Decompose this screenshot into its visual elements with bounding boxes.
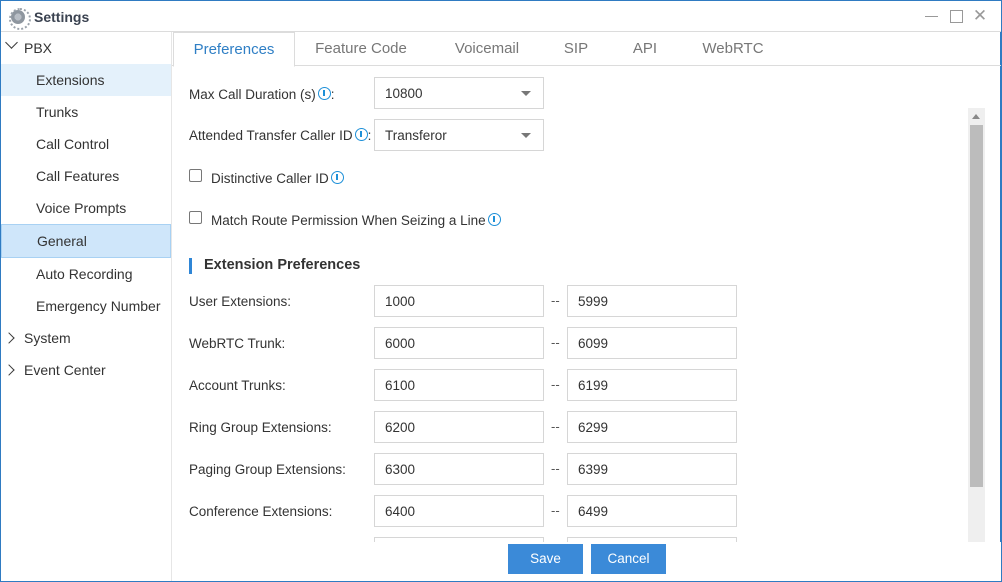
info-icon[interactable]	[330, 171, 344, 184]
dropdown-arrow-icon	[521, 91, 531, 96]
sidebar-item-label: Call Control	[36, 136, 110, 152]
sidebar-item-call-features[interactable]: Call Features	[1, 160, 171, 192]
sidebar: PBX Extensions Trunks Call Control Call …	[1, 32, 172, 581]
tab-feature-code[interactable]: Feature Code	[302, 32, 420, 66]
sidebar-group-system[interactable]: System	[1, 322, 171, 354]
ring-group-extensions-label: Ring Group Extensions:	[189, 420, 332, 435]
sidebar-item-general[interactable]: General	[1, 224, 171, 258]
preferences-content: Max Call Duration (s): 10800 Attended Tr…	[172, 67, 1001, 542]
info-icon[interactable]	[354, 128, 368, 141]
sidebar-item-extensions[interactable]: Extensions	[1, 64, 171, 96]
label-text: Attended Transfer Caller ID	[189, 128, 353, 143]
chevron-down-icon	[5, 36, 18, 49]
range-separator: --	[551, 377, 560, 392]
save-button[interactable]: Save	[508, 544, 583, 574]
tab-voicemail[interactable]: Voicemail	[442, 32, 532, 66]
paging-group-extensions-label: Paging Group Extensions:	[189, 462, 346, 477]
match-route-permission-label: Match Route Permission When Seizing a Li…	[211, 213, 501, 228]
sidebar-item-label: Extensions	[36, 72, 105, 88]
tab-preferences[interactable]: Preferences	[173, 32, 295, 67]
section-title: Extension Preferences	[204, 257, 361, 273]
chevron-right-icon	[3, 364, 15, 376]
user-extensions-label: User Extensions:	[189, 294, 292, 309]
attended-transfer-caller-id-select[interactable]: Transferor	[374, 119, 544, 151]
webrtc-trunk-from-input[interactable]	[374, 327, 544, 359]
label-text: Distinctive Caller ID	[211, 171, 329, 186]
label-text: Max Call Duration (s)	[189, 87, 316, 102]
max-call-duration-select[interactable]: 10800	[374, 77, 544, 109]
sidebar-group-pbx[interactable]: PBX	[1, 32, 171, 64]
ring-group-extensions-from-input[interactable]	[374, 411, 544, 443]
paging-group-extensions-to-input[interactable]	[567, 453, 737, 485]
scroll-up-arrow-icon[interactable]	[972, 114, 980, 119]
range-separator: --	[551, 461, 560, 476]
chevron-right-icon	[3, 332, 15, 344]
sidebar-item-voice-prompts[interactable]: Voice Prompts	[1, 192, 171, 224]
ring-group-extensions-to-input[interactable]	[567, 411, 737, 443]
sidebar-group-event-center[interactable]: Event Center	[1, 354, 171, 386]
sidebar-group-label: System	[24, 330, 71, 346]
sidebar-item-label: Trunks	[36, 104, 79, 120]
label-suffix: :	[367, 128, 372, 143]
account-trunks-from-input[interactable]	[374, 369, 544, 401]
vertical-scrollbar[interactable]	[968, 108, 985, 542]
range-separator: --	[551, 293, 560, 308]
info-icon[interactable]	[487, 213, 501, 226]
distinctive-caller-id-checkbox[interactable]	[189, 169, 202, 182]
account-trunks-label: Account Trunks:	[189, 378, 286, 393]
attended-transfer-caller-id-label: Attended Transfer Caller ID:	[189, 128, 371, 143]
select-value: Transferor	[385, 128, 447, 143]
range-separator: --	[551, 419, 560, 434]
tab-sip[interactable]: SIP	[552, 32, 600, 66]
webrtc-trunk-to-input[interactable]	[567, 327, 737, 359]
sidebar-item-label: General	[37, 233, 87, 249]
sidebar-item-label: Emergency Number	[36, 298, 161, 314]
conference-extensions-to-input[interactable]	[567, 495, 737, 527]
sidebar-item-label: Call Features	[36, 168, 120, 184]
section-accent-bar	[189, 258, 192, 274]
label-suffix: :	[330, 87, 335, 102]
label-text: Match Route Permission When Seizing a Li…	[211, 213, 486, 228]
sidebar-item-emergency-number[interactable]: Emergency Number	[1, 290, 171, 322]
minimize-icon[interactable]	[923, 7, 941, 25]
sidebar-group-label: Event Center	[24, 362, 106, 378]
close-icon[interactable]: ✕	[971, 7, 989, 25]
range-separator: --	[551, 335, 560, 350]
main-panel: Preferences Feature Code Voicemail SIP A…	[172, 32, 1001, 581]
info-icon[interactable]	[317, 87, 331, 100]
window-title: Settings	[34, 9, 90, 25]
scrollbar-thumb[interactable]	[970, 125, 983, 487]
sidebar-group-label: PBX	[24, 40, 53, 56]
sidebar-item-label: Voice Prompts	[36, 200, 127, 216]
dropdown-arrow-icon	[521, 133, 531, 138]
conference-extensions-label: Conference Extensions:	[189, 504, 333, 519]
select-value: 10800	[385, 86, 423, 101]
match-route-permission-checkbox[interactable]	[189, 211, 202, 224]
tab-api[interactable]: API	[622, 32, 668, 66]
user-extensions-to-input[interactable]	[567, 285, 737, 317]
sidebar-item-call-control[interactable]: Call Control	[1, 128, 171, 160]
webrtc-trunk-label: WebRTC Trunk:	[189, 336, 286, 351]
settings-window: Settings ✕ PBX Extensions Trunks Call Co…	[0, 0, 1002, 582]
sidebar-item-auto-recording[interactable]: Auto Recording	[1, 258, 171, 290]
form-footer: Save Cancel	[172, 542, 1001, 581]
account-trunks-to-input[interactable]	[567, 369, 737, 401]
distinctive-caller-id-label: Distinctive Caller ID	[211, 171, 344, 186]
tab-webrtc[interactable]: WebRTC	[692, 32, 774, 66]
paging-group-extensions-from-input[interactable]	[374, 453, 544, 485]
maximize-icon[interactable]	[947, 7, 965, 25]
gear-icon	[9, 8, 31, 30]
sidebar-item-trunks[interactable]: Trunks	[1, 96, 171, 128]
title-bar: Settings ✕	[1, 1, 1001, 32]
user-extensions-from-input[interactable]	[374, 285, 544, 317]
max-call-duration-label: Max Call Duration (s):	[189, 87, 335, 102]
tab-bar: Preferences Feature Code Voicemail SIP A…	[172, 32, 1001, 67]
range-separator: --	[551, 503, 560, 518]
cancel-button[interactable]: Cancel	[591, 544, 666, 574]
conference-extensions-from-input[interactable]	[374, 495, 544, 527]
sidebar-item-label: Auto Recording	[36, 266, 133, 282]
